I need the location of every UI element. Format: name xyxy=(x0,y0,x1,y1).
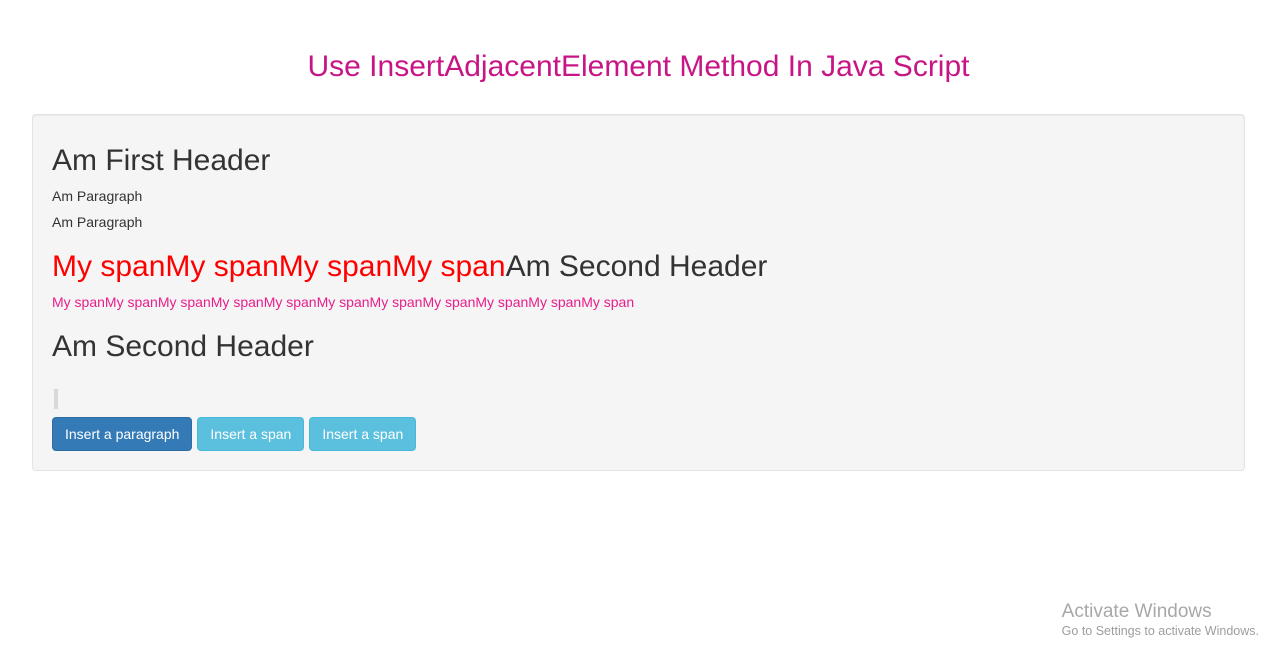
inserted-span: My span xyxy=(392,250,505,283)
button-row: Insert a paragraph Insert a span Insert … xyxy=(52,417,1225,451)
second-header-text: Am Second Header xyxy=(506,250,768,283)
paragraph-1: Am Paragraph xyxy=(52,188,1225,204)
inserted-span: My span xyxy=(158,294,211,310)
inserted-span: My span xyxy=(475,294,528,310)
third-header: Am Second Header xyxy=(52,330,1225,364)
inserted-span: My span xyxy=(52,294,105,310)
content-well: Am First Header Am Paragraph Am Paragrap… xyxy=(32,114,1245,471)
inserted-span: My span xyxy=(528,294,581,310)
inserted-span: My span xyxy=(317,294,370,310)
watermark-title: Activate Windows xyxy=(1062,601,1259,623)
inserted-span: My span xyxy=(581,294,634,310)
inserted-span: My span xyxy=(279,250,392,283)
inserted-span: My span xyxy=(52,250,165,283)
inserted-span: My span xyxy=(165,250,278,283)
insert-span-button-1[interactable]: Insert a span xyxy=(197,417,304,451)
pink-span-line: My spanMy spanMy spanMy spanMy spanMy sp… xyxy=(52,294,1225,310)
first-header: Am First Header xyxy=(52,144,1225,178)
insert-paragraph-button[interactable]: Insert a paragraph xyxy=(52,417,192,451)
cursor-bar xyxy=(54,389,58,409)
watermark-subtitle: Go to Settings to activate Windows. xyxy=(1062,624,1259,638)
inserted-span: My span xyxy=(211,294,264,310)
page-title: Use InsertAdjacentElement Method In Java… xyxy=(30,50,1247,84)
second-header-line: My spanMy spanMy spanMy spanAm Second He… xyxy=(52,250,1225,284)
insert-span-button-2[interactable]: Insert a span xyxy=(309,417,416,451)
inserted-span: My span xyxy=(422,294,475,310)
inserted-span: My span xyxy=(264,294,317,310)
inserted-span: My span xyxy=(105,294,158,310)
inserted-span: My span xyxy=(370,294,423,310)
windows-activation-watermark: Activate Windows Go to Settings to activ… xyxy=(1062,601,1259,638)
paragraph-2: Am Paragraph xyxy=(52,214,1225,230)
